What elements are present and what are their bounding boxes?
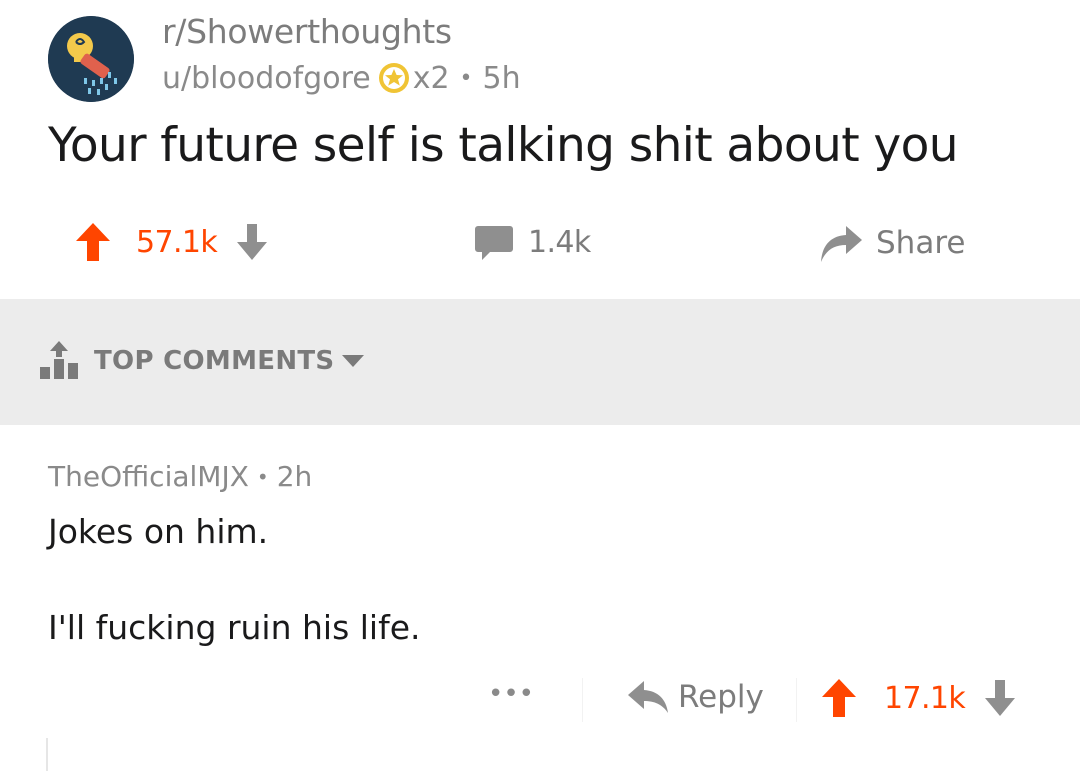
award-count: x2: [412, 60, 450, 96]
reddit-post-view: r/Showerthoughts u/bloodofgore x2 • 5h Y…: [0, 0, 1080, 771]
reply-label: Reply: [678, 679, 764, 715]
comments-button[interactable]: 1.4k: [474, 220, 591, 264]
showerhead-lightbulb-icon: [48, 16, 134, 102]
meta-separator: •: [459, 65, 473, 91]
comment-action-bar: ••• Reply 17.1k: [0, 672, 1080, 722]
subreddit-name[interactable]: r/Showerthoughts: [162, 12, 452, 51]
share-label: Share: [876, 225, 966, 261]
downvote-arrow-icon[interactable]: [237, 224, 268, 260]
upvote-arrow-icon[interactable]: [76, 223, 110, 261]
comment-meta-separator: •: [256, 464, 269, 489]
post-vote-group: 57.1k: [76, 220, 268, 264]
post-meta: u/bloodofgore x2 • 5h: [162, 58, 521, 98]
comment-bubble-icon: [475, 226, 513, 260]
divider: [796, 678, 797, 722]
comment-count: 1.4k: [528, 224, 591, 260]
comment-vote-count: 17.1k: [884, 680, 966, 716]
comment-body: Jokes on him. I'll fucking ruin his life…: [48, 512, 421, 648]
post-vote-count: 57.1k: [136, 224, 218, 260]
more-options-button[interactable]: •••: [488, 681, 534, 710]
comment-meta: TheOfficialMJX • 2h: [48, 460, 312, 493]
post-age: 5h: [482, 60, 521, 96]
downvote-arrow-icon[interactable]: [985, 680, 1016, 716]
caret-down-icon: [342, 355, 365, 367]
comment-sort-bar: TOP COMMENTS: [0, 299, 1080, 425]
comment-age: 2h: [276, 460, 313, 493]
post-title[interactable]: Your future self is talking shit about y…: [48, 118, 959, 173]
reply-button[interactable]: Reply: [626, 674, 764, 720]
divider: [582, 678, 583, 722]
post-action-bar: 57.1k 1.4k Share: [0, 210, 1080, 274]
comment-vote-group: 17.1k: [822, 676, 1016, 720]
comment-author[interactable]: TheOfficialMJX: [48, 460, 249, 493]
share-arrow-icon: [821, 226, 862, 262]
comment-body-line: Jokes on him.: [48, 512, 269, 551]
share-button[interactable]: Share: [818, 218, 965, 268]
comment-body-line: I'll fucking ruin his life.: [48, 608, 421, 647]
sort-label: TOP COMMENTS: [94, 346, 335, 376]
subreddit-avatar[interactable]: [48, 16, 134, 102]
upvote-arrow-icon[interactable]: [822, 679, 856, 717]
post-header: r/Showerthoughts u/bloodofgore x2 • 5h: [48, 8, 748, 102]
reply-arrow-icon: [628, 681, 668, 713]
sort-dropdown[interactable]: TOP COMMENTS: [38, 341, 366, 381]
post-author[interactable]: u/bloodofgore: [162, 61, 371, 96]
thread-line: [46, 738, 48, 771]
silver-award-icon[interactable]: [377, 61, 411, 95]
comment: TheOfficialMJX • 2h Jokes on him. I'll f…: [0, 426, 1080, 771]
top-sort-icon: [40, 341, 78, 379]
